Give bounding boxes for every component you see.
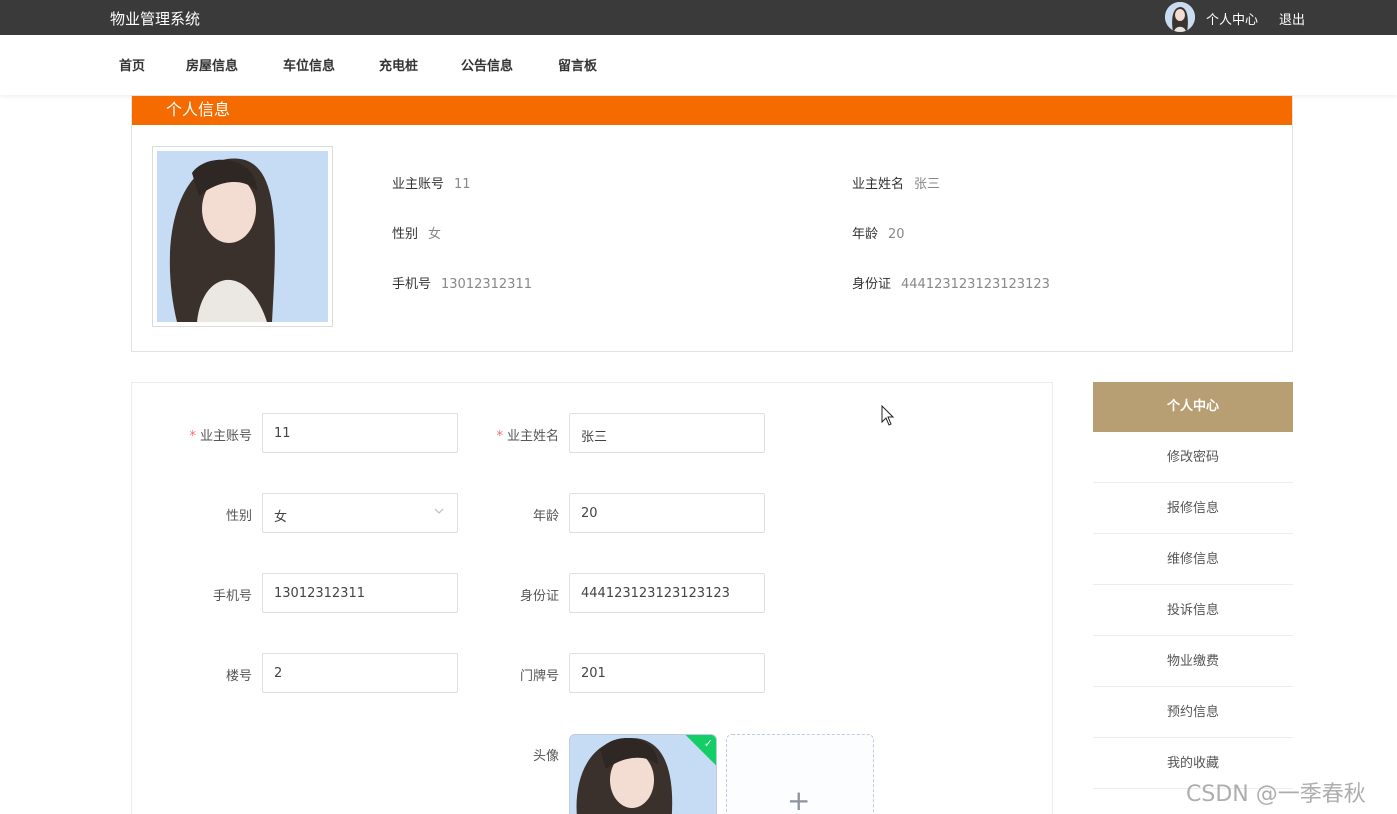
app-title: 物业管理系统 — [110, 10, 201, 28]
plus-icon: + — [787, 784, 811, 814]
info-idcard: 身份证 444123123123123123 — [852, 277, 1050, 292]
user-avatar[interactable] — [1165, 2, 1195, 32]
upload-add-button[interactable]: + — [726, 734, 874, 814]
profile-header-title: 个人信息 — [166, 100, 231, 119]
avatar-image-icon — [1165, 2, 1195, 32]
uploaded-image-icon — [570, 735, 716, 814]
side-item-change-password[interactable]: 修改密码 — [1093, 432, 1293, 483]
side-item-user-center[interactable]: 个人中心 — [1093, 382, 1293, 432]
nav-home[interactable]: 首页 — [119, 55, 145, 74]
profile-header: 个人信息 — [132, 96, 1292, 125]
info-name: 业主姓名 张三 — [852, 177, 941, 192]
side-item-repair-requests[interactable]: 报修信息 — [1093, 483, 1293, 534]
idcard-input[interactable]: 444123123123123123 — [569, 573, 765, 613]
side-menu: 个人中心 修改密码 报修信息 维修信息 投诉信息 物业缴费 预约信息 我的收藏 — [1093, 382, 1293, 789]
gender-field-label: 性别 — [225, 509, 252, 524]
user-center-link[interactable]: 个人中心 — [1206, 9, 1258, 28]
side-item-reservations[interactable]: 预约信息 — [1093, 687, 1293, 738]
nav-parking-info[interactable]: 车位信息 — [283, 55, 335, 74]
profile-photo — [152, 146, 333, 327]
profile-info-panel: 个人信息 业主账号 11 业主姓名 张三 性别女 年龄 20 手机号 130123123… — [131, 95, 1293, 352]
name-input[interactable]: 张三 — [569, 413, 765, 453]
gender-select[interactable]: 女 — [262, 493, 458, 533]
check-icon: ✓ — [703, 737, 713, 750]
age-field-label: 年龄 — [532, 509, 559, 524]
name-field-label: * 业主姓名 — [496, 429, 559, 444]
side-item-complaints[interactable]: 投诉信息 — [1093, 585, 1293, 636]
main-nav: 首页 房屋信息 车位信息 充电桩 公告信息 留言板 — [0, 35, 1397, 95]
age-input[interactable]: 20 — [569, 493, 765, 533]
account-input[interactable]: 11 — [262, 413, 458, 453]
info-age: 年龄 20 — [852, 227, 905, 242]
profile-edit-form: * 业主账号 11 * 业主姓名 张三 性别 女 年龄 20 手机号 1301231… — [131, 382, 1053, 814]
logout-link[interactable]: 退出 — [1279, 9, 1305, 28]
idcard-field-label: 身份证 — [519, 589, 559, 604]
side-item-property-fees[interactable]: 物业缴费 — [1093, 636, 1293, 687]
door-field-label: 门牌号 — [519, 669, 559, 684]
portrait-image-icon — [157, 151, 328, 322]
nav-charging-pile[interactable]: 充电桩 — [379, 55, 418, 74]
uploaded-avatar[interactable]: ✓ — [569, 734, 717, 814]
mouse-cursor-icon — [881, 405, 895, 426]
avatar-field-label: 头像 — [532, 749, 559, 764]
top-bar: 物业管理系统 个人中心 退出 — [0, 0, 1397, 35]
info-gender: 性别女 — [392, 227, 442, 242]
door-input[interactable]: 201 — [569, 653, 765, 693]
phone-input[interactable]: 13012312311 — [262, 573, 458, 613]
phone-field-label: 手机号 — [212, 589, 252, 604]
info-phone: 手机号 13012312311 — [392, 277, 532, 292]
nav-announcements[interactable]: 公告信息 — [461, 55, 513, 74]
info-account: 业主账号 11 — [392, 177, 471, 192]
account-field-label: * 业主账号 — [189, 429, 252, 444]
nav-message-board[interactable]: 留言板 — [558, 55, 597, 74]
building-input[interactable]: 2 — [262, 653, 458, 693]
side-item-maintenance[interactable]: 维修信息 — [1093, 534, 1293, 585]
building-field-label: 楼号 — [225, 669, 252, 684]
nav-house-info[interactable]: 房屋信息 — [186, 55, 238, 74]
gender-select-value: 女 — [274, 510, 288, 525]
watermark: CSDN @一季春秋 — [1186, 782, 1366, 807]
